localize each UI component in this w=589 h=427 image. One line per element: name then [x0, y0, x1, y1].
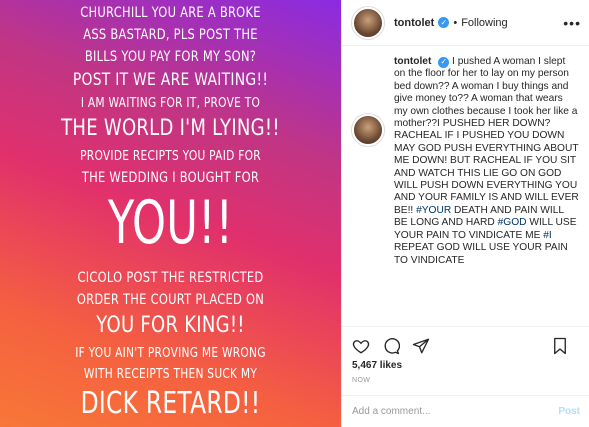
more-options-icon[interactable]: ••• [563, 15, 581, 31]
caption-avatar[interactable] [352, 114, 384, 146]
image-text-line: PROVIDE RECIPTS YOU PAID FOR [80, 149, 261, 164]
image-text-line: THE WORLD I'M LYING!! [61, 116, 280, 141]
heart-icon[interactable] [352, 337, 370, 355]
hashtag-link[interactable]: #YOUR [416, 205, 451, 216]
caption-text: tontolet ✓ I pushed A woman I slept on t… [394, 56, 579, 314]
post-image-text: CHURCHILL YOU ARE A BROKE ASS BASTARD, P… [0, 6, 341, 419]
instagram-post: CHURCHILL YOU ARE A BROKE ASS BASTARD, P… [0, 0, 589, 427]
image-text-line: CHURCHILL YOU ARE A BROKE [80, 5, 261, 21]
comment-icon[interactable] [382, 337, 400, 355]
image-text-headline: YOU!! [107, 188, 234, 258]
hashtag-link[interactable]: #GOD [498, 217, 527, 228]
caption-body: I pushed A woman I slept on the floor fo… [394, 56, 579, 216]
post-header: tontolet ✓ • Following ••• [342, 0, 589, 46]
image-text-line: CICOLO POST THE RESTRICTED [77, 270, 264, 286]
image-text-line: YOU FOR KING!! [96, 313, 245, 338]
image-text-line: WITH RECEIPTS THEN SUCK MY [83, 367, 258, 382]
verified-badge-icon: ✓ [438, 56, 450, 68]
following-button[interactable]: Following [461, 17, 507, 29]
hashtag-link[interactable]: #I [543, 230, 552, 241]
header-username[interactable]: tontolet [394, 17, 434, 29]
action-icons-row [352, 333, 580, 359]
post-image[interactable]: CHURCHILL YOU ARE A BROKE ASS BASTARD, P… [0, 0, 341, 427]
image-text-line: POST IT WE ARE WAITING!! [72, 70, 269, 90]
share-icon[interactable] [412, 337, 430, 355]
post-caption: tontolet ✓ I pushed A woman I slept on t… [342, 46, 589, 314]
like-count[interactable]: 5,467 likes [352, 360, 580, 371]
separator-dot: • [453, 16, 458, 29]
bookmark-icon[interactable] [552, 337, 568, 355]
post-comment-button[interactable]: Post [558, 406, 580, 417]
verified-badge-icon: ✓ [438, 17, 450, 28]
image-text-line: IF YOU AIN'T PROVING ME WRONG [75, 346, 266, 361]
image-text-line: I AM WAITING FOR IT, PROVE TO [80, 96, 261, 111]
image-text-line: ASS BASTARD, PLS POST THE [83, 27, 258, 43]
caption-username[interactable]: tontolet [394, 56, 431, 67]
post-timestamp[interactable]: NOW [352, 377, 580, 384]
comment-box: Post [342, 395, 589, 427]
avatar[interactable] [352, 6, 384, 39]
image-text-line: ORDER THE COURT PLACED ON [76, 292, 265, 308]
post-actions: 5,467 likes NOW [342, 326, 589, 384]
image-text-line: THE WEDDING I BOUGHT FOR [81, 170, 260, 186]
caption-body: REPEAT GOD WILL USE YOUR PAIN TO VINDICA… [394, 242, 568, 266]
image-text-line: BILLS YOU PAY FOR MY SON? [84, 49, 257, 65]
image-text-line: DICK RETARD!! [80, 386, 261, 421]
post-side-panel: tontolet ✓ • Following ••• tontolet ✓ I … [341, 0, 589, 427]
comment-input[interactable] [352, 406, 559, 417]
